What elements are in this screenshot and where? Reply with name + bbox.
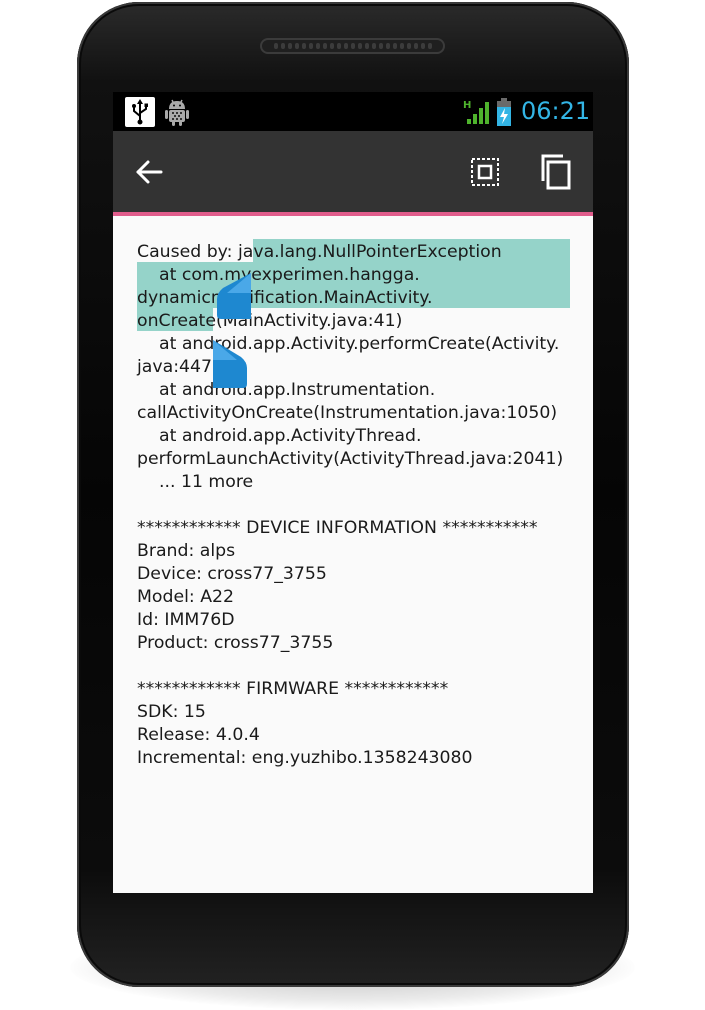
signal-h-icon: H bbox=[463, 98, 489, 124]
log-line: at android.app.ActivityThread. bbox=[137, 426, 422, 446]
crash-log-text[interactable]: Caused by: java.lang.NullPointerExceptio… bbox=[137, 241, 587, 770]
copy-icon bbox=[541, 154, 571, 190]
log-line: at android.app.Instrumentation. bbox=[137, 380, 436, 400]
log-line: Incremental: eng.yuzhibo.1358243080 bbox=[137, 748, 473, 768]
log-line: Product: cross77_3755 bbox=[137, 633, 334, 653]
status-clock: 06:21 bbox=[521, 97, 591, 125]
log-line: ************ DEVICE INFORMATION ********… bbox=[137, 518, 538, 538]
log-line: Brand: alps bbox=[137, 541, 236, 561]
log-line: ************ FIRMWARE ************ bbox=[137, 679, 449, 699]
selection-start-handle[interactable] bbox=[217, 271, 251, 319]
earpiece-speaker bbox=[260, 38, 445, 54]
select-all-button[interactable] bbox=[468, 155, 502, 189]
log-line: callActivityOnCreate(Instrumentation.jav… bbox=[137, 403, 558, 423]
log-line: Id: IMM76D bbox=[137, 610, 235, 630]
log-line: Release: 4.0.4 bbox=[137, 725, 260, 745]
log-line: performLaunchActivity(ActivityThread.jav… bbox=[137, 449, 564, 469]
status-bar: H 06:21 bbox=[113, 92, 593, 131]
android-debug-icon bbox=[163, 97, 191, 127]
log-line: Device: cross77_3755 bbox=[137, 564, 327, 584]
log-line: SDK: 15 bbox=[137, 702, 206, 722]
log-line: onCreate(MainActivity.java:41) bbox=[137, 311, 403, 331]
action-bar bbox=[113, 131, 593, 212]
log-line: dynamicmodification.MainActivity. bbox=[137, 288, 433, 308]
log-line: ... 11 more bbox=[137, 472, 254, 492]
log-line: Model: A22 bbox=[137, 587, 235, 607]
log-line: at android.app.Activity.performCreate(Ac… bbox=[137, 334, 560, 354]
back-arrow-icon bbox=[136, 160, 163, 184]
usb-icon bbox=[125, 97, 155, 127]
selection-end-handle[interactable] bbox=[213, 340, 247, 388]
battery-charging-icon bbox=[496, 98, 512, 126]
back-button[interactable] bbox=[133, 155, 167, 189]
log-line: at com.myexperimen.hangga. bbox=[137, 265, 420, 285]
log-content-area[interactable]: Caused by: java.lang.NullPointerExceptio… bbox=[113, 216, 593, 893]
select-all-icon bbox=[471, 158, 499, 186]
log-line: Caused by: java.lang.NullPointerExceptio… bbox=[137, 242, 502, 262]
copy-button[interactable] bbox=[539, 153, 573, 191]
svg-text:H: H bbox=[463, 100, 471, 111]
log-line: java:4479) bbox=[137, 357, 230, 377]
